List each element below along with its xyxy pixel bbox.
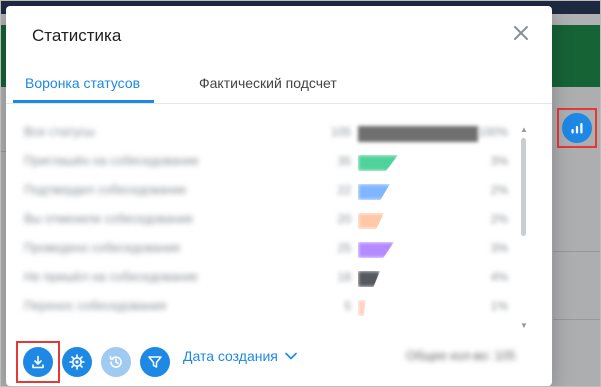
close-button[interactable] <box>510 22 532 44</box>
gear-icon <box>69 354 85 370</box>
modal-footer: Дата создания Общее кол-во: 105 <box>6 336 552 386</box>
funnel-row-count: 20 <box>337 212 351 226</box>
funnel-row: Перенос собеседования 5 1% <box>6 296 526 318</box>
modal-title: Статистика <box>32 26 122 45</box>
funnel-row-count: 22 <box>337 183 351 197</box>
funnel-row-count: 5 <box>344 299 351 313</box>
tab-bar: Воронка статусов Фактический подсчет <box>6 61 552 104</box>
chevron-down-icon <box>285 352 297 360</box>
funnel-row: Вы отменили собеседование 20 2% <box>6 209 526 231</box>
filter-icon <box>148 356 162 368</box>
tab-actual-count[interactable]: Фактический подсчет <box>199 75 337 91</box>
funnel-row-label: Вы отменили собеседование <box>24 212 194 226</box>
funnel-row-label: Не пришёл на собеседование <box>24 270 199 284</box>
funnel-row-bar <box>358 300 366 316</box>
funnel-row-percent: 2% <box>490 183 508 197</box>
settings-button[interactable] <box>62 347 92 377</box>
funnel-row-bar <box>358 126 478 142</box>
scrollbar[interactable]: ▲ ▼ <box>520 126 528 336</box>
funnel-row-bar <box>358 213 384 229</box>
funnel-row: Не пришёл на собеседование 18 4% <box>6 267 526 289</box>
stats-button[interactable] <box>562 113 592 143</box>
funnel-row-percent: 3% <box>490 241 508 255</box>
funnel-row-percent: 1% <box>490 299 508 313</box>
scroll-up-arrow[interactable]: ▲ <box>520 126 528 134</box>
funnel-row-percent: 4% <box>490 270 508 284</box>
funnel-row-bar <box>358 184 390 200</box>
download-icon <box>32 355 44 369</box>
date-filter-dropdown[interactable]: Дата создания <box>183 348 298 364</box>
funnel-row-percent: 100% <box>477 125 508 139</box>
tab-funnel[interactable]: Воронка статусов <box>25 75 140 91</box>
funnel-row-label: Все статусы <box>24 125 95 139</box>
funnel-row-count: 18 <box>337 270 351 284</box>
history-icon <box>109 355 122 368</box>
screenshot-frame: Статистика Воронка статусов Фактический … <box>0 0 601 387</box>
scroll-down-arrow[interactable]: ▼ <box>520 322 528 330</box>
close-icon <box>514 26 528 40</box>
total-count: Общее кол-во: 105 <box>406 349 516 363</box>
filter-button[interactable] <box>140 347 170 377</box>
funnel-row-count: 25 <box>337 241 351 255</box>
funnel-row: Подтвердил собеседование 22 2% <box>6 180 526 202</box>
statistics-modal: Статистика Воронка статусов Фактический … <box>6 6 552 386</box>
funnel-row: Все статусы 105 100% <box>6 122 526 144</box>
funnel-row-label: Проведено собеседование <box>24 241 181 255</box>
funnel-row-count: 35 <box>337 154 351 168</box>
funnel-row-percent: 2% <box>490 212 508 226</box>
funnel-row-count: 105 <box>330 125 351 139</box>
funnel-row-percent: 3% <box>490 154 508 168</box>
scroll-thumb[interactable] <box>521 138 526 236</box>
funnel-row-label: Перенос собеседования <box>24 299 167 313</box>
funnel-row: Проведено собеседование 25 3% <box>6 238 526 260</box>
history-button[interactable] <box>101 347 131 377</box>
bar-chart-icon <box>571 123 583 134</box>
active-tab-indicator <box>13 100 154 103</box>
funnel-row-bar <box>358 155 398 171</box>
funnel-row-bar <box>358 271 380 287</box>
funnel-row: Приглашён на собеседование 35 3% <box>6 151 526 173</box>
date-filter-label: Дата создания <box>183 348 278 364</box>
funnel-row-bar <box>358 242 394 258</box>
funnel-row-label: Подтвердил собеседование <box>24 183 187 197</box>
funnel-row-label: Приглашён на собеседование <box>24 154 199 168</box>
funnel-list: Все статусы 105 100% Приглашён на собеседов… <box>6 106 552 328</box>
export-button[interactable] <box>23 347 53 377</box>
